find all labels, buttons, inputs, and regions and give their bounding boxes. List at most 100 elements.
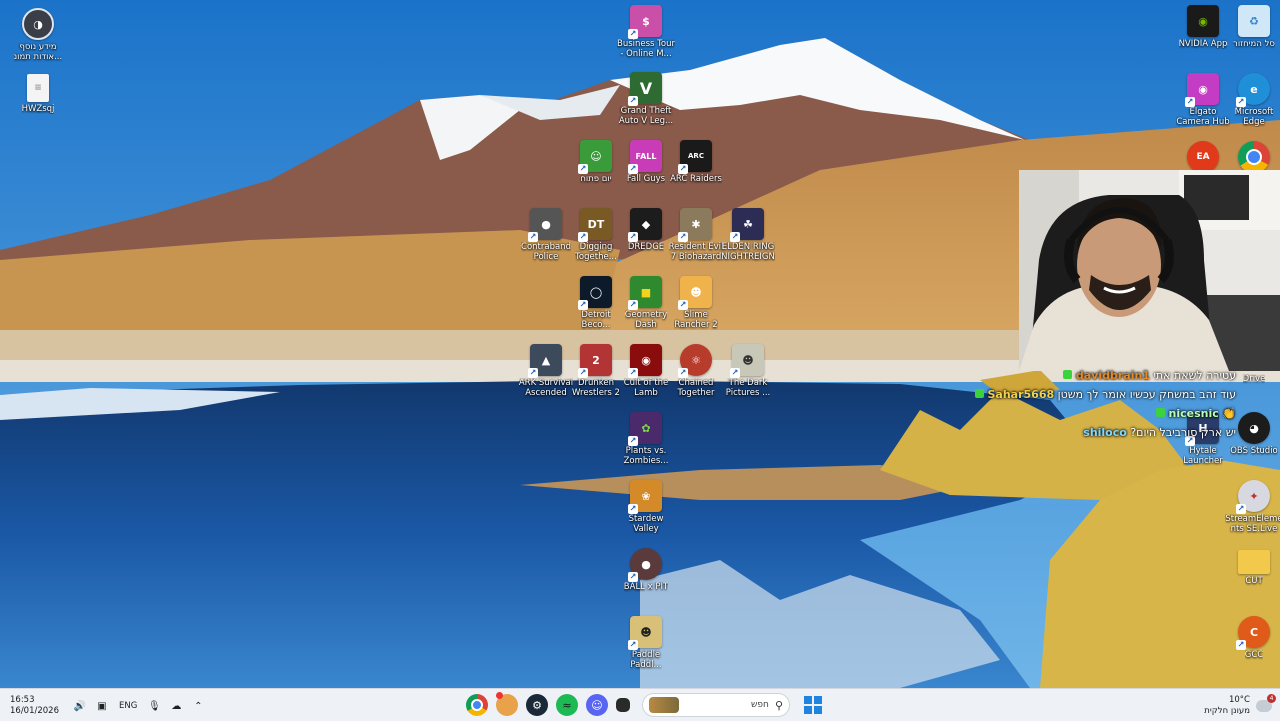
geometry-dash-icon: ■ ↗ [628, 276, 662, 310]
desktop-icon-label: BALL x PIT [623, 582, 669, 592]
desktop-icon-streamelements[interactable]: ✦ ↗ StreamEleme nts SE.Live [1222, 480, 1280, 534]
desktop-icon-label: Chained Together [677, 378, 715, 398]
desktop-icon-hwzsqj[interactable]: ≡ HWZsqj [6, 74, 70, 114]
desktop-icon-label: StreamEleme nts SE.Live [1225, 514, 1280, 534]
business-tour-icon: $ ↗ [628, 5, 662, 39]
chat-badge-icon [1156, 408, 1166, 417]
desktop-icon-about-image[interactable]: ◑ מידע נוסף אודות תמונ... [6, 8, 70, 62]
clock[interactable]: 16:53 16/01/2026 [10, 695, 59, 717]
desktop-icon-business-tour[interactable]: $ ↗ Business Tour - Online M... [614, 5, 678, 59]
drunken-wrestlers-icon: 2 ↗ [578, 344, 612, 378]
edge-icon: e ↗ [1236, 73, 1270, 107]
clock-date: 16/01/2026 [10, 706, 59, 716]
desktop-icon-chrome[interactable] [1222, 141, 1280, 173]
resident-evil-icon: ✱ ↗ [678, 208, 712, 242]
desktop-icon-label: Plants vs. Zombies... [623, 446, 669, 466]
plants-vs-zombies-icon: ✿ ↗ [628, 412, 662, 446]
desktop-icon-label: Geometry Dash [624, 310, 668, 330]
gta-icon: V ↗ [628, 72, 662, 106]
chevron-up-icon[interactable]: ⌃ [191, 701, 205, 712]
ea-icon: EA [1187, 141, 1219, 173]
dredge-icon: ◆ ↗ [628, 208, 662, 242]
weather-temp: 10°C [1228, 695, 1250, 705]
gcc-icon: C ↗ [1236, 616, 1270, 650]
desktop-icon-label: DREDGE [627, 242, 665, 252]
desktop-icon-label: Microsoft Edge [1234, 107, 1274, 127]
cult-of-the-lamb-icon: ◉ ↗ [628, 344, 662, 378]
desktop-icon-stardew-valley[interactable]: ❀ ↗ Stardew Valley [614, 480, 678, 534]
desktop-icon-plants-vs-zombies[interactable]: ✿ ↗ Plants vs. Zombies... [614, 412, 678, 466]
desktop-icon-arc-raiders[interactable]: ARC ↗ ARC Raiders [664, 140, 728, 184]
stream-chat-overlay: עטירה לשאת אתי davidbrain1 עוד זהב במשחק… [974, 366, 1236, 442]
desktop-icon-gcc[interactable]: C ↗ GCC [1222, 616, 1280, 660]
desktop-icon-paddle[interactable]: ☻ ↗ Paddle Paddl... [614, 616, 678, 670]
chat-message: עוד זהב במשחק עכשיו אומר לך משטן Sahar56… [974, 385, 1236, 404]
file-explorer-icon[interactable] [616, 698, 630, 712]
elden-ring-icon: ☘ ↗ [730, 208, 764, 242]
network-icon[interactable]: ▣ [95, 701, 109, 712]
desktop-icon-recycle-bin[interactable]: ♻ סל המיחזור [1222, 5, 1280, 49]
desktop-icon-cut-folder[interactable]: CUT [1222, 550, 1280, 586]
contraband-police-icon: ● ↗ [528, 208, 562, 242]
ball-x-pit-icon: ● ↗ [628, 548, 662, 582]
weather-desc: מעונן חלקית [1204, 706, 1250, 716]
stardew-valley-icon: ❀ ↗ [628, 480, 662, 514]
desktop-icon-label: Cult of the Lamb [623, 378, 669, 398]
cloud-icon[interactable]: 4 [1256, 694, 1276, 712]
app-icon[interactable] [496, 692, 518, 716]
desktop-icon-elden-ring[interactable]: ☘ ↗ ELDEN RING NIGHTREIGN [716, 208, 780, 262]
desktop-icon-label: NVIDIA App [1178, 39, 1228, 49]
desktop-icon-slime-rancher[interactable]: ☻ ↗ Slime Rancher 2 [664, 276, 728, 330]
desktop-icon-label: Grand Theft Auto V Leg... [618, 106, 674, 126]
file-icon: ≡ [27, 74, 49, 102]
desktop-icon-label: CUT [1245, 576, 1263, 586]
taskbar: 16:53 16/01/2026 🔊 ▣ ENG 🎙 ☁ ⌃ ⚙ ≈ ☺ חפש… [0, 688, 1280, 721]
search-placeholder: חפש [751, 700, 769, 710]
folder-icon [1238, 550, 1270, 574]
desktop-icon-label: Detroit Beco... [581, 310, 611, 330]
windows-start-icon[interactable] [804, 696, 822, 714]
arc-raiders-icon: ARC ↗ [678, 140, 712, 174]
desktop-icon-label: סל המיחזור [1233, 39, 1275, 49]
spotify-icon[interactable]: ≈ [556, 694, 578, 716]
info-icon: ◑ [22, 8, 54, 40]
volume-icon[interactable]: 🔊 [73, 701, 87, 712]
cloud-off-icon[interactable]: ☁ [169, 701, 183, 712]
desktop-icon-label: ELDEN RING NIGHTREIGN [721, 242, 775, 262]
weather-widget[interactable]: 10°C מעונן חלקית [1204, 695, 1250, 717]
chat-badge-icon [1063, 370, 1073, 379]
desktop-icon-gta[interactable]: V ↗ Grand Theft Auto V Leg... [614, 72, 678, 126]
desktop-icon-label: Digging Togethe... [575, 242, 617, 262]
desktop-icon-label: The Dark Pictures ... [725, 378, 771, 398]
desktop-icon-label: GCC [1244, 650, 1264, 660]
nvidia-icon: ◉ [1187, 5, 1219, 37]
desktop-icon-label: מידע נוסף אודות תמונ... [13, 42, 63, 62]
desktop-icon-label: Drunken Wrestlers 2 [572, 378, 620, 398]
desktop-icon-ball-x-pit[interactable]: ● ↗ BALL x PIT [614, 548, 678, 592]
desktop-icon-dark-pictures[interactable]: ☻ ↗ The Dark Pictures ... [716, 344, 780, 398]
taskbar-apps: ⚙ ≈ ☺ חפש ⚲ [462, 689, 822, 721]
recycle-bin-icon: ♻ [1238, 5, 1270, 37]
desktop-icon-label: Drive [1242, 374, 1266, 384]
desktop-icon-label: Hytale Launcher [1183, 446, 1223, 466]
open-day-icon: ☺ ↗ [578, 140, 612, 174]
search-box[interactable]: חפש ⚲ [642, 693, 790, 717]
chat-badge-icon [974, 389, 984, 398]
paddle-icon: ☻ ↗ [628, 616, 662, 650]
ark-icon: ▲ ↗ [528, 344, 562, 378]
microphone-icon[interactable]: 🎙 [147, 701, 161, 712]
desktop-icon-label: OBS Studio [1230, 446, 1278, 456]
desktop-icon-label: Paddle Paddl... [630, 650, 662, 670]
chrome-icon [1238, 141, 1270, 173]
search-icon: ⚲ [774, 698, 783, 712]
desktop-icon-edge[interactable]: e ↗ Microsoft Edge [1222, 73, 1280, 127]
obs-icon: ◕ [1238, 412, 1270, 444]
steam-icon[interactable]: ⚙ [526, 694, 548, 716]
chained-together-icon: ⚛ ↗ [678, 344, 712, 378]
chrome-icon[interactable] [466, 694, 488, 716]
language-indicator[interactable]: ENG [119, 701, 137, 711]
desktop-icon-label: Fall Guys [626, 174, 666, 184]
discord-icon[interactable]: ☺ [586, 694, 608, 716]
fall-guys-icon: FALL ↗ [628, 140, 662, 174]
widgets-area: 10°C מעונן חלקית 4 [1204, 691, 1276, 721]
